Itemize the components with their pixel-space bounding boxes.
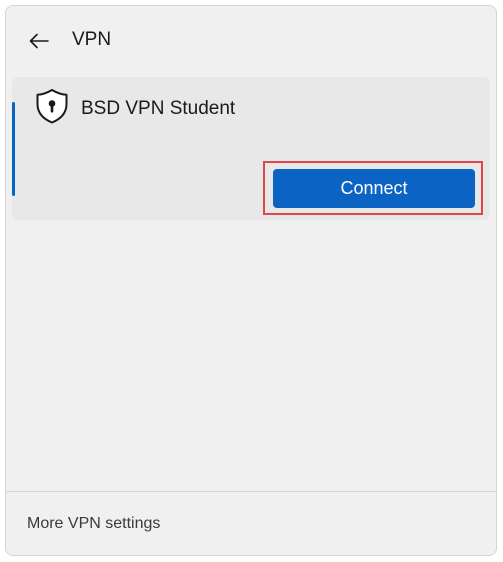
- flyout-footer: More VPN settings: [6, 491, 496, 555]
- back-arrow-icon: [29, 33, 49, 49]
- more-vpn-settings-link[interactable]: More VPN settings: [27, 514, 160, 534]
- vpn-connection-name: BSD VPN Student: [81, 98, 236, 119]
- vpn-flyout-panel: VPN BSD VPN Student Connect More VPN set…: [5, 5, 497, 556]
- connect-button[interactable]: Connect: [273, 169, 475, 208]
- back-button[interactable]: [24, 26, 54, 56]
- vpn-connection-card[interactable]: BSD VPN Student Connect: [12, 77, 490, 220]
- flyout-header: VPN: [6, 6, 496, 74]
- page-title: VPN: [72, 29, 112, 50]
- selection-indicator: [12, 102, 15, 196]
- shield-lock-icon: [36, 89, 68, 124]
